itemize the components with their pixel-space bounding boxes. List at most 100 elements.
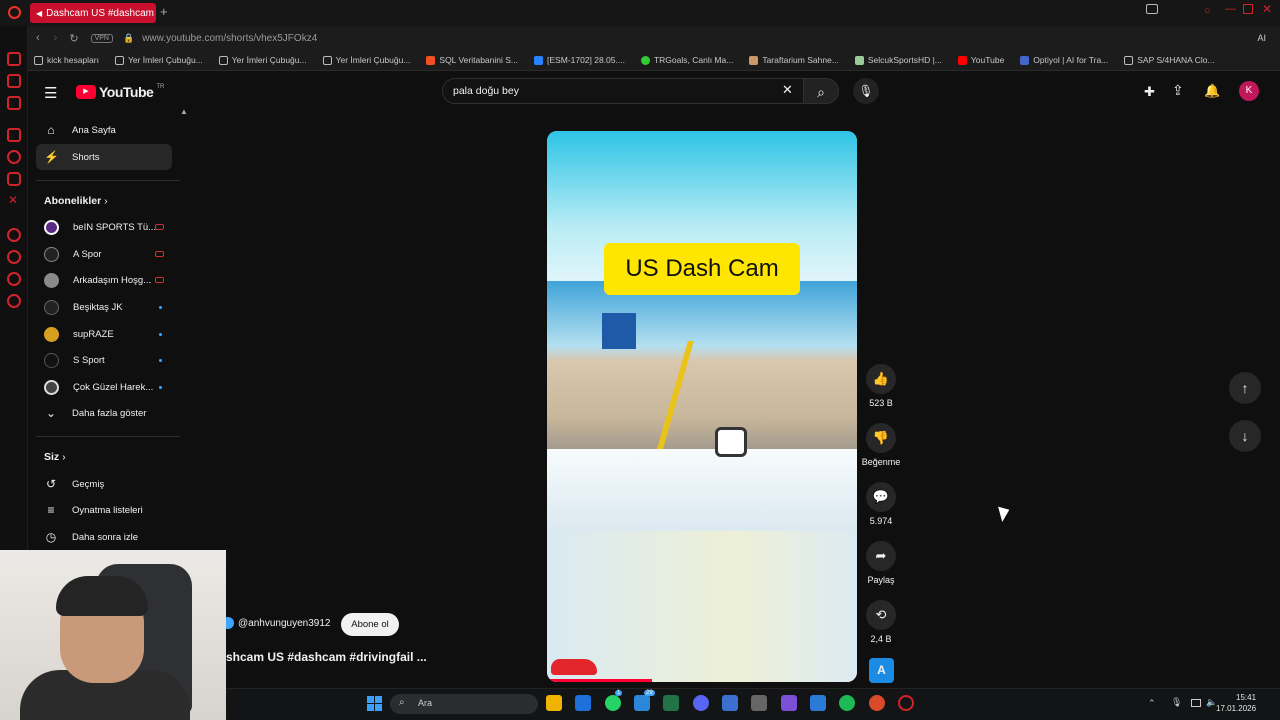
search-input[interactable]: pala doğu bey bbox=[442, 78, 804, 104]
bookmark-item[interactable]: Yer İmleri Çubuğu... bbox=[114, 55, 203, 65]
account-avatar[interactable]: K bbox=[1239, 81, 1259, 101]
url-field[interactable]: www.youtube.com/shorts/vhex5JFOkz4 bbox=[142, 33, 317, 44]
visual-studio-icon[interactable] bbox=[781, 695, 797, 711]
sidebar-item-show-more[interactable]: ⌄ Daha fazla göster bbox=[36, 400, 172, 426]
spotify-icon[interactable] bbox=[839, 695, 855, 711]
player-icon[interactable] bbox=[7, 96, 21, 110]
notepad-icon[interactable] bbox=[722, 695, 738, 711]
bookmark-item[interactable]: TRGoals, Canlı Ma... bbox=[640, 55, 733, 65]
sidebar-item-channel[interactable]: A Spor bbox=[36, 241, 172, 267]
back-icon[interactable]: ‹ bbox=[36, 32, 40, 44]
whatsapp-icon[interactable] bbox=[7, 150, 21, 164]
sidebar-item-home[interactable]: ⌂ Ana Sayfa bbox=[36, 117, 172, 143]
instagram-icon[interactable] bbox=[7, 172, 21, 186]
remix-button[interactable]: ⟲ 2,4 B bbox=[861, 600, 901, 644]
hamburger-menu-icon[interactable]: ☰ bbox=[44, 84, 57, 102]
sidebar-item-playlists[interactable]: ≡ Oynatma listeleri bbox=[36, 497, 172, 523]
bookmark-item[interactable]: [ESM-1702] 28.05.... bbox=[534, 55, 625, 65]
video-progress-bar[interactable] bbox=[547, 679, 653, 682]
forward-icon[interactable]: › bbox=[54, 32, 58, 44]
bookmark-item[interactable]: kick hesapları bbox=[34, 55, 99, 65]
tab-dashcam[interactable]: ◀ Dashcam US #dashcam bbox=[30, 3, 156, 23]
dislike-button[interactable]: 👎 Beğenme bbox=[861, 423, 901, 467]
upload-icon[interactable]: ⇪ bbox=[1172, 82, 1184, 99]
sound-icon[interactable]: ◀ bbox=[36, 9, 42, 18]
bookmark-item[interactable]: SQL Veritabanini S... bbox=[426, 55, 518, 65]
mail-icon[interactable] bbox=[575, 695, 591, 711]
sidebar-item-channel[interactable]: Beşiktaş JK bbox=[36, 294, 172, 320]
whatsapp-icon[interactable] bbox=[605, 695, 621, 711]
taskbar-search[interactable]: ⌕ Ara bbox=[390, 694, 538, 714]
ball-icon bbox=[640, 55, 650, 65]
tray-chevron-icon[interactable]: ⌃ bbox=[1148, 698, 1156, 709]
microsoft-icon bbox=[426, 55, 436, 65]
next-short-button[interactable]: ↓ bbox=[1229, 420, 1261, 452]
search-tabs-icon[interactable]: ○ bbox=[1204, 5, 1211, 17]
bookmark-item[interactable]: YouTube bbox=[957, 55, 1004, 65]
sidebar-item-watch-later[interactable]: ◷ Daha sonra izle bbox=[36, 524, 172, 550]
opera-menu-icon[interactable] bbox=[8, 6, 21, 19]
new-tab-button[interactable]: + bbox=[160, 4, 168, 19]
microphone-tray-icon[interactable]: 🎙 bbox=[1171, 697, 1182, 708]
twitch-icon[interactable] bbox=[7, 128, 21, 142]
search-button[interactable]: ⌕ bbox=[803, 78, 839, 104]
vpn-badge[interactable]: VPN bbox=[90, 33, 113, 43]
sidebar-item-channel[interactable]: Arkadaşım Hoşg... bbox=[36, 267, 172, 293]
excel-icon[interactable] bbox=[663, 695, 679, 711]
sound-thumbnail[interactable]: A bbox=[869, 658, 894, 683]
azure-icon[interactable] bbox=[810, 695, 826, 711]
windows-start-icon[interactable] bbox=[367, 696, 382, 711]
share-button[interactable]: ➦ Paylaş bbox=[861, 541, 901, 585]
bookmark-panel-icon[interactable] bbox=[7, 74, 21, 88]
bookmark-item[interactable]: SAP S/4HANA Clo... bbox=[1124, 55, 1215, 65]
add-panel-icon[interactable] bbox=[7, 228, 21, 242]
maximize-icon[interactable] bbox=[1243, 4, 1253, 14]
x-icon[interactable]: ✕ bbox=[8, 193, 18, 207]
ai-button[interactable]: AI bbox=[1257, 33, 1266, 43]
sidebar-item-channel[interactable]: beIN SPORTS Tü... bbox=[36, 214, 172, 240]
subscriptions-heading[interactable]: Abonelikler › bbox=[44, 195, 108, 207]
voice-search-button[interactable]: 🎙 bbox=[853, 78, 879, 104]
sidebar-item-channel[interactable]: S Sport bbox=[36, 347, 172, 373]
bookmark-item[interactable]: Yer İmleri Çubuğu... bbox=[322, 55, 410, 65]
app-icon[interactable] bbox=[751, 695, 767, 711]
messenger-icon[interactable] bbox=[7, 52, 21, 66]
settings-icon[interactable] bbox=[7, 294, 21, 308]
bookmark-item[interactable]: Yer İmleri Çubuğu... bbox=[218, 55, 307, 65]
clear-search-icon[interactable]: ✕ bbox=[782, 82, 793, 98]
sidebar-item-shorts[interactable]: ⚡ Shorts bbox=[36, 144, 172, 170]
discord-icon[interactable] bbox=[693, 695, 709, 711]
comments-button[interactable]: 💬 5.974 bbox=[861, 482, 901, 526]
reload-icon[interactable]: ↻ bbox=[69, 32, 78, 45]
mouse-cursor-icon bbox=[998, 503, 1012, 523]
bookmark-item[interactable]: SelcukSportsHD |... bbox=[854, 55, 942, 65]
subscribe-button[interactable]: Abone ol bbox=[341, 613, 399, 636]
sidebar-item-channel[interactable]: supRAZE bbox=[36, 321, 172, 347]
file-explorer-icon[interactable] bbox=[546, 695, 562, 711]
you-heading[interactable]: Siz › bbox=[44, 451, 66, 463]
history-icon[interactable] bbox=[7, 250, 21, 264]
bookmark-item[interactable]: Taraftarium Sahne... bbox=[749, 55, 839, 65]
extensions-icon[interactable] bbox=[7, 272, 21, 286]
snapshot-icon[interactable] bbox=[1146, 4, 1158, 14]
like-button[interactable]: 👍 523 B bbox=[861, 364, 901, 408]
sidebar-item-history[interactable]: ↺ Geçmiş bbox=[36, 471, 172, 497]
opera-gx-icon[interactable] bbox=[869, 695, 885, 711]
youtube-logo[interactable]: ▶ YouTube TR bbox=[76, 84, 164, 100]
live-icon bbox=[155, 277, 164, 283]
bookmark-item[interactable]: Optiyol | AI for Tra... bbox=[1020, 55, 1108, 65]
network-icon[interactable] bbox=[1191, 699, 1201, 707]
notifications-bell-icon[interactable]: 🔔 bbox=[1204, 83, 1220, 99]
opera-icon[interactable] bbox=[898, 695, 914, 711]
messages-icon[interactable] bbox=[634, 695, 650, 711]
shorts-video-player[interactable]: US Dash Cam bbox=[547, 131, 857, 682]
close-window-icon[interactable]: ✕ bbox=[1262, 2, 1272, 16]
create-icon[interactable]: ✚ bbox=[1144, 84, 1155, 100]
previous-short-button[interactable]: ↑ bbox=[1229, 372, 1261, 404]
minimize-icon[interactable]: — bbox=[1225, 3, 1236, 15]
sidebar-item-channel[interactable]: Çok Güzel Harek... bbox=[36, 374, 172, 400]
system-clock[interactable]: 15:41 17.01.2026 bbox=[1216, 692, 1256, 714]
channel-name[interactable]: @anhvunguyen3912 bbox=[238, 618, 330, 629]
video-title[interactable]: shcam US #dashcam #drivingfail ... bbox=[226, 650, 427, 664]
sidebar-scroll-up-icon[interactable]: ▲ bbox=[180, 107, 188, 116]
